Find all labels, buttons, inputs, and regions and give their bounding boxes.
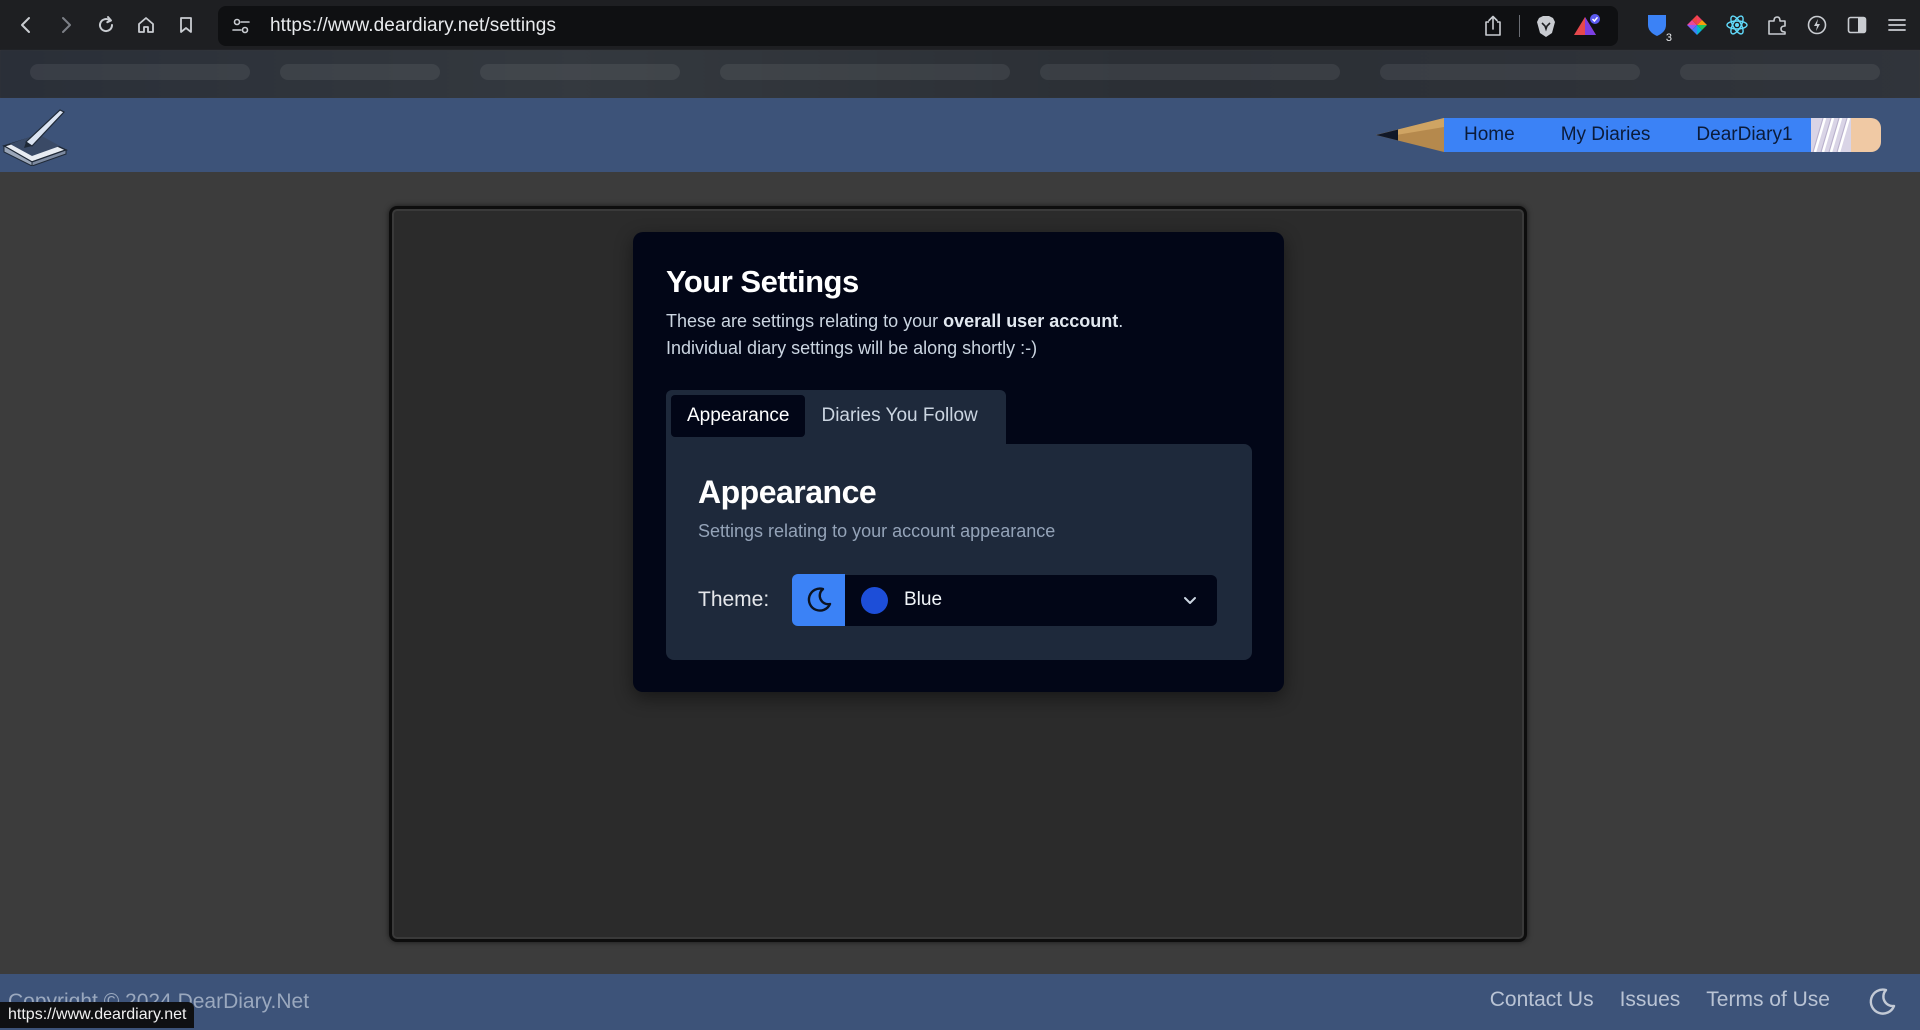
brave-rewards-button[interactable] <box>1572 14 1602 38</box>
divider <box>1519 15 1520 37</box>
color-picker-extension[interactable] <box>1684 12 1710 38</box>
chevron-left-icon <box>21 17 30 33</box>
pencil-tip-icon <box>1376 118 1444 152</box>
bookmark-button[interactable] <box>166 5 206 45</box>
footer-issues-link[interactable]: Issues <box>1620 988 1681 1012</box>
description-prefix: These are settings relating to your <box>666 311 944 331</box>
forward-button[interactable] <box>46 5 86 45</box>
panel-description: Settings relating to your account appear… <box>698 521 1056 541</box>
settings-description: These are settings relating to your over… <box>666 308 1251 362</box>
extension-badge: 3 <box>1663 32 1674 44</box>
footer-terms-link[interactable]: Terms of Use <box>1706 988 1830 1012</box>
hamburger-menu-icon <box>1888 19 1906 31</box>
panel-title: Appearance <box>698 474 877 510</box>
site-header: Home My Diaries DearDiary1 <box>0 98 1920 172</box>
pencil-ferrule-icon <box>1810 118 1851 152</box>
main-menu-button[interactable] <box>1884 12 1910 38</box>
share-icon <box>1485 15 1501 36</box>
theme-color-select[interactable]: Blue <box>845 574 1217 626</box>
footer-contact-link[interactable]: Contact Us <box>1490 988 1594 1012</box>
site-settings-icon[interactable] <box>230 15 252 37</box>
sidebar-icon <box>1847 16 1867 34</box>
settings-card: Your Settings These are settings relatin… <box>633 232 1284 692</box>
settings-tabs: Appearance Diaries You Follow <box>666 390 1006 445</box>
extensions-button[interactable] <box>1764 12 1790 38</box>
nav-user-diary-link[interactable]: DearDiary1 <box>1696 124 1792 146</box>
sidebar-toggle-button[interactable] <box>1844 12 1870 38</box>
blurred-bookmark <box>1680 64 1880 80</box>
page-title: Your Settings <box>666 264 859 299</box>
reload-icon <box>99 16 114 33</box>
back-button[interactable] <box>6 5 46 45</box>
blurred-bookmark <box>30 64 250 80</box>
moon-icon[interactable] <box>1866 986 1898 1018</box>
spark-circle-icon <box>1807 15 1827 35</box>
pencil-eraser <box>1850 118 1881 152</box>
description-line-2: Individual diary settings will be along … <box>666 338 1038 358</box>
color-wheel-icon <box>1687 15 1707 35</box>
puzzle-icon <box>1768 16 1786 35</box>
theme-color-swatch <box>861 586 888 614</box>
reload-button[interactable] <box>86 5 126 45</box>
nav-my-diaries-link[interactable]: My Diaries <box>1561 124 1651 146</box>
bookmark-icon <box>180 17 192 33</box>
pencil-body: Home My Diaries DearDiary1 <box>1444 118 1811 152</box>
description-suffix: . <box>1118 311 1124 331</box>
blurred-bookmark <box>280 64 440 80</box>
chevron-down-icon <box>1184 596 1196 604</box>
browser-toolbar: https://www.deardiary.net/settings 3 <box>0 0 1920 50</box>
blurred-bookmark <box>1380 64 1640 80</box>
leo-ai-button[interactable] <box>1804 12 1830 38</box>
dark-mode-toggle-button[interactable] <box>792 574 845 626</box>
address-bar-actions <box>1481 6 1602 46</box>
description-emphasis: overall user account <box>943 311 1119 331</box>
rewards-triangle-icon <box>1574 14 1600 35</box>
extensions-area: 3 <box>1644 5 1910 45</box>
moon-icon <box>807 587 831 612</box>
address-bar[interactable]: https://www.deardiary.net/settings <box>218 6 1618 46</box>
footer-links: Contact Us Issues Terms of Use <box>1490 988 1830 1012</box>
link-status-tooltip: https://www.deardiary.net <box>0 1002 195 1028</box>
home-button[interactable] <box>126 5 166 45</box>
blurred-bookmark <box>720 64 1010 80</box>
theme-setting-row: Theme: Blue <box>698 574 1217 626</box>
lion-shield-icon <box>1537 16 1555 37</box>
pencil-navigation: Home My Diaries DearDiary1 <box>1376 118 1881 152</box>
url-text[interactable]: https://www.deardiary.net/settings <box>270 15 556 37</box>
bitwarden-extension[interactable]: 3 <box>1644 12 1674 44</box>
site-footer: Copyright © 2024 DearDiary.Net Contact U… <box>0 974 1920 1030</box>
tab-appearance[interactable]: Appearance <box>671 395 806 437</box>
react-devtools-extension[interactable] <box>1724 12 1750 38</box>
home-icon <box>138 17 154 33</box>
blurred-bookmark <box>1040 64 1340 80</box>
brave-shields-button[interactable] <box>1534 14 1558 38</box>
nav-home-link[interactable]: Home <box>1464 124 1515 146</box>
share-button[interactable] <box>1481 14 1505 38</box>
appearance-panel: Appearance Settings relating to your acc… <box>666 444 1252 660</box>
theme-select-value: Blue <box>904 589 943 610</box>
tab-diaries-you-follow[interactable]: Diaries You Follow <box>805 395 993 437</box>
blurred-bookmark <box>480 64 680 80</box>
diary-quill-logo[interactable] <box>2 106 68 166</box>
chevron-right-icon <box>62 17 71 33</box>
react-atom-icon <box>1726 15 1748 35</box>
theme-label: Theme: <box>698 588 770 611</box>
